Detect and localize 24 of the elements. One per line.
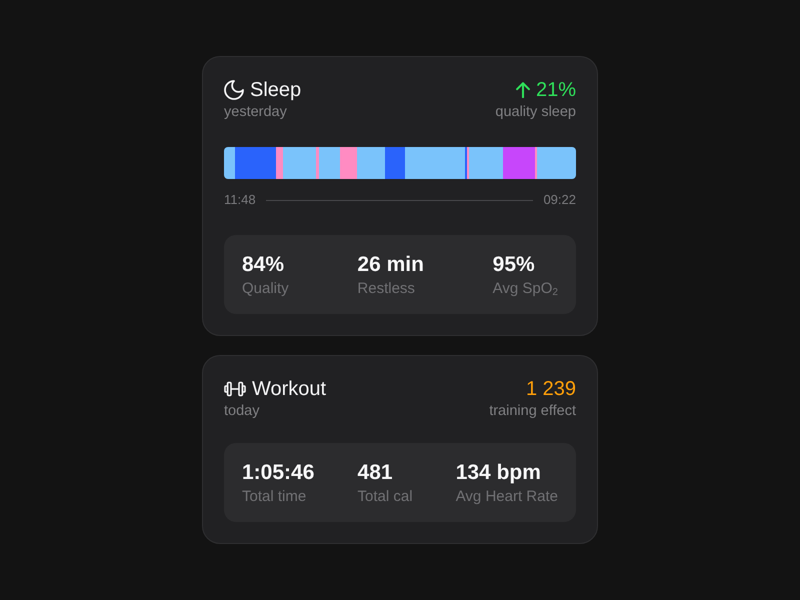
- highlight-label: quality sleep: [495, 103, 576, 121]
- stat-value: 1:05:46: [242, 460, 314, 485]
- highlight-value: 21%: [536, 78, 576, 102]
- stat-label: Total cal: [358, 487, 413, 506]
- stat-value: 84%: [242, 252, 286, 277]
- highlight-value: 1 239: [526, 377, 576, 401]
- stat-label: Avg Heart Rate: [456, 487, 558, 506]
- card-subtitle: today: [224, 402, 260, 420]
- highlight-label: training effect: [489, 402, 576, 420]
- card-title: Sleep: [250, 78, 302, 102]
- stat-value: 134 bpm: [456, 460, 542, 485]
- dumbbell-icon: [224, 381, 246, 397]
- stat-label: Restless: [357, 279, 416, 298]
- stat-value: 95%: [492, 252, 536, 277]
- stat-value: 481: [358, 460, 394, 485]
- stat-label: Total time: [242, 487, 308, 506]
- stat-label: Avg SpO$_{2}$: [492, 279, 558, 298]
- moon-icon: [224, 80, 244, 100]
- start-time: 11:48: [224, 192, 256, 208]
- stat-label: Quality: [242, 279, 289, 298]
- end-time: 09:22: [543, 192, 576, 208]
- card-subtitle: yesterday: [224, 103, 287, 121]
- stat-value: 26 min: [357, 252, 424, 277]
- card-title: Workout: [252, 377, 326, 401]
